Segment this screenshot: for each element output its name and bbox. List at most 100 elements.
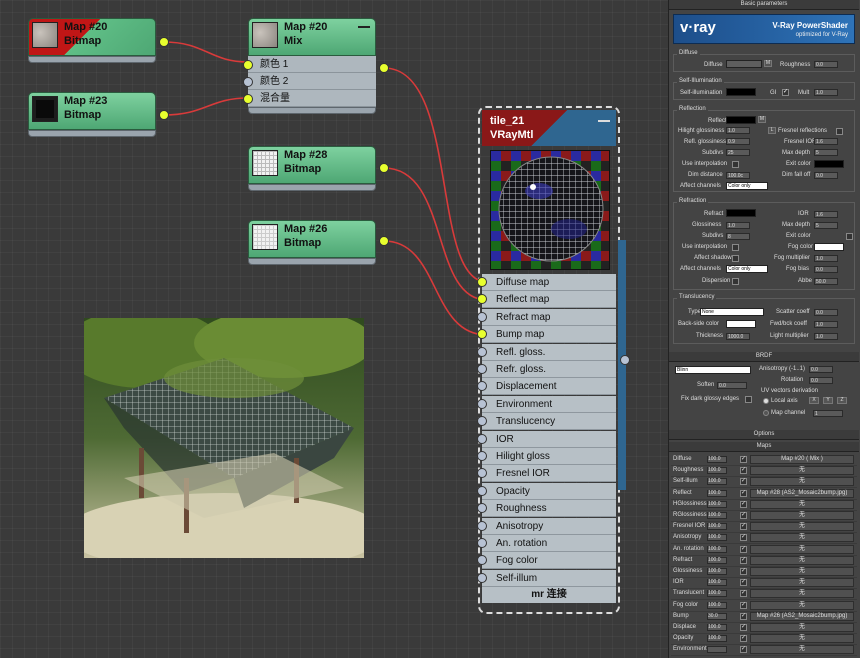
minimize-icon[interactable] xyxy=(358,26,370,28)
map-enable-checkbox[interactable]: ✓ xyxy=(740,624,747,631)
map-enable-checkbox[interactable]: ✓ xyxy=(740,646,747,654)
options-rollout-title[interactable]: Options xyxy=(669,430,859,440)
map-enable-checkbox[interactable]: ✓ xyxy=(740,590,747,598)
material-slot[interactable]: Anisotropy xyxy=(477,517,616,535)
material-slot[interactable]: Refl. gloss. xyxy=(477,343,616,361)
refl-glossiness-field[interactable]: 0.9 xyxy=(726,138,750,145)
map-enable-checkbox[interactable]: ✓ xyxy=(740,545,747,553)
translucency-type-dropdown[interactable]: None xyxy=(700,308,764,316)
map-amount-field[interactable]: 100.0 xyxy=(707,523,727,531)
slot-input-socket[interactable] xyxy=(477,381,487,392)
material-slot[interactable]: IOR xyxy=(477,430,616,448)
map-slot-button[interactable]: 无 xyxy=(750,634,854,644)
axis-z-button[interactable]: Z xyxy=(837,397,847,404)
material-slot[interactable]: Roughness xyxy=(477,500,616,518)
map-enable-checkbox[interactable]: ✓ xyxy=(740,467,747,475)
map-amount-field[interactable]: 100.0 xyxy=(707,489,727,497)
material-slot[interactable]: Bump map xyxy=(477,326,616,344)
material-slot[interactable]: Self-illum xyxy=(477,569,616,587)
thickness-field[interactable]: 1000.0 xyxy=(726,333,750,340)
fog-multiplier-field[interactable]: 1.0 xyxy=(814,255,838,262)
node-vraymtl[interactable]: tile_21 VRayMtl Diffuse map Reflect map … xyxy=(477,106,630,614)
material-slot[interactable]: An. rotation xyxy=(477,535,616,552)
fog-color-swatch[interactable] xyxy=(814,243,844,251)
node-map28-bitmap[interactable]: Map #28 Bitmap xyxy=(248,146,389,192)
affect-shadows-checkbox[interactable] xyxy=(732,255,739,262)
output-socket[interactable] xyxy=(379,63,389,73)
self-illum-color-swatch[interactable] xyxy=(726,88,756,96)
reflect-map-button[interactable]: M xyxy=(758,116,766,123)
dim-falloff-field[interactable]: 0.0 xyxy=(814,172,838,179)
slot-input-socket[interactable] xyxy=(477,364,487,374)
hilight-glossiness-field[interactable]: 1.0 xyxy=(726,127,750,134)
exit-color-swatch[interactable] xyxy=(814,160,844,168)
mr-connection-bar[interactable]: mr 连接 xyxy=(482,587,616,603)
refr-glossiness-field[interactable]: 1.0 xyxy=(726,222,750,229)
input-socket-color1[interactable] xyxy=(243,60,253,70)
slot-input-socket[interactable] xyxy=(477,294,487,305)
refr-max-depth-field[interactable]: 5 xyxy=(814,222,838,229)
abbe-field[interactable]: 50.0 xyxy=(814,278,838,285)
basic-parameters-rollout-title[interactable]: Basic parameters xyxy=(669,0,859,10)
input-socket-amount[interactable] xyxy=(243,94,253,104)
map-slot-button[interactable]: 无 xyxy=(750,555,854,565)
map-amount-field[interactable]: 100.0 xyxy=(707,590,727,598)
map-enable-checkbox[interactable]: ✓ xyxy=(740,612,747,620)
mix-input-amount[interactable]: 混合量 xyxy=(248,90,376,107)
use-interpolation-checkbox[interactable] xyxy=(732,161,739,168)
map-enable-checkbox[interactable]: ✓ xyxy=(740,556,747,564)
diffuse-map-button[interactable]: M xyxy=(764,60,772,67)
map-amount-field[interactable]: 100.0 xyxy=(707,456,727,463)
map-slot-button[interactable]: 无 xyxy=(750,567,854,576)
node-map23-bitmap[interactable]: Map #23 Bitmap xyxy=(28,92,169,138)
refract-color-swatch[interactable] xyxy=(726,209,756,217)
map-amount-field[interactable]: 100.0 xyxy=(707,635,727,643)
local-axis-radio[interactable] xyxy=(763,398,769,404)
fresnel-checkbox[interactable] xyxy=(836,128,843,135)
map-channel-radio[interactable] xyxy=(763,410,769,416)
map-amount-field[interactable]: 100.0 xyxy=(707,467,727,475)
input-socket-color2[interactable] xyxy=(243,77,253,87)
map-enable-checkbox[interactable]: ✓ xyxy=(740,456,747,463)
fresnel-ior-field[interactable]: 1.6 xyxy=(814,138,838,145)
ior-field[interactable]: 1.6 xyxy=(814,211,838,218)
exit-color-checkbox[interactable] xyxy=(846,233,853,240)
mult-field[interactable]: 1.0 xyxy=(814,89,838,96)
slot-input-socket[interactable] xyxy=(477,416,487,427)
map-enable-checkbox[interactable]: ✓ xyxy=(740,568,747,575)
slot-input-socket[interactable] xyxy=(477,485,487,496)
output-socket[interactable] xyxy=(620,355,630,365)
back-side-color-swatch[interactable] xyxy=(726,320,756,328)
anisotropy-field[interactable]: 0.0 xyxy=(809,366,833,373)
slot-input-socket[interactable] xyxy=(477,329,487,340)
subdivs-field[interactable]: 25 xyxy=(726,149,750,156)
output-socket[interactable] xyxy=(379,236,389,246)
slot-input-socket[interactable] xyxy=(477,277,487,287)
map-amount-field[interactable]: 30.0 xyxy=(707,612,727,620)
map-slot-button[interactable]: 无 xyxy=(750,600,854,610)
map-enable-checkbox[interactable]: ✓ xyxy=(740,579,747,587)
map-slot-button[interactable]: 无 xyxy=(750,544,854,554)
map-amount-field[interactable]: 100.0 xyxy=(707,545,727,553)
map-amount-field[interactable] xyxy=(707,646,727,654)
map-enable-checkbox[interactable]: ✓ xyxy=(740,534,747,542)
map-enable-checkbox[interactable]: ✓ xyxy=(740,523,747,531)
map-channel-field[interactable]: 1 xyxy=(813,410,843,417)
map-slot-button[interactable]: 无 xyxy=(750,466,854,476)
map-slot-button[interactable]: 无 xyxy=(750,623,854,632)
map-amount-field[interactable]: 100.0 xyxy=(707,500,727,508)
material-slot[interactable]: Reflect map xyxy=(477,291,616,309)
slot-input-socket[interactable] xyxy=(477,311,487,322)
maps-rollout-title[interactable]: Maps xyxy=(669,442,859,452)
dim-distance-field[interactable]: 100.0c xyxy=(726,172,750,179)
output-socket[interactable] xyxy=(159,37,169,47)
refr-affect-channels-dropdown[interactable]: Color only xyxy=(726,265,768,273)
slot-input-socket[interactable] xyxy=(477,451,487,461)
map-slot-button[interactable]: Map #20 ( Mix ) xyxy=(750,455,854,464)
refr-subdivs-field[interactable]: 8 xyxy=(726,233,750,240)
map-enable-checkbox[interactable]: ✓ xyxy=(740,500,747,508)
map-slot-button[interactable]: 无 xyxy=(750,522,854,532)
diffuse-color-swatch[interactable] xyxy=(726,60,762,68)
light-multiplier-field[interactable]: 1.0 xyxy=(814,333,838,340)
lock-button[interactable]: L xyxy=(768,127,776,134)
